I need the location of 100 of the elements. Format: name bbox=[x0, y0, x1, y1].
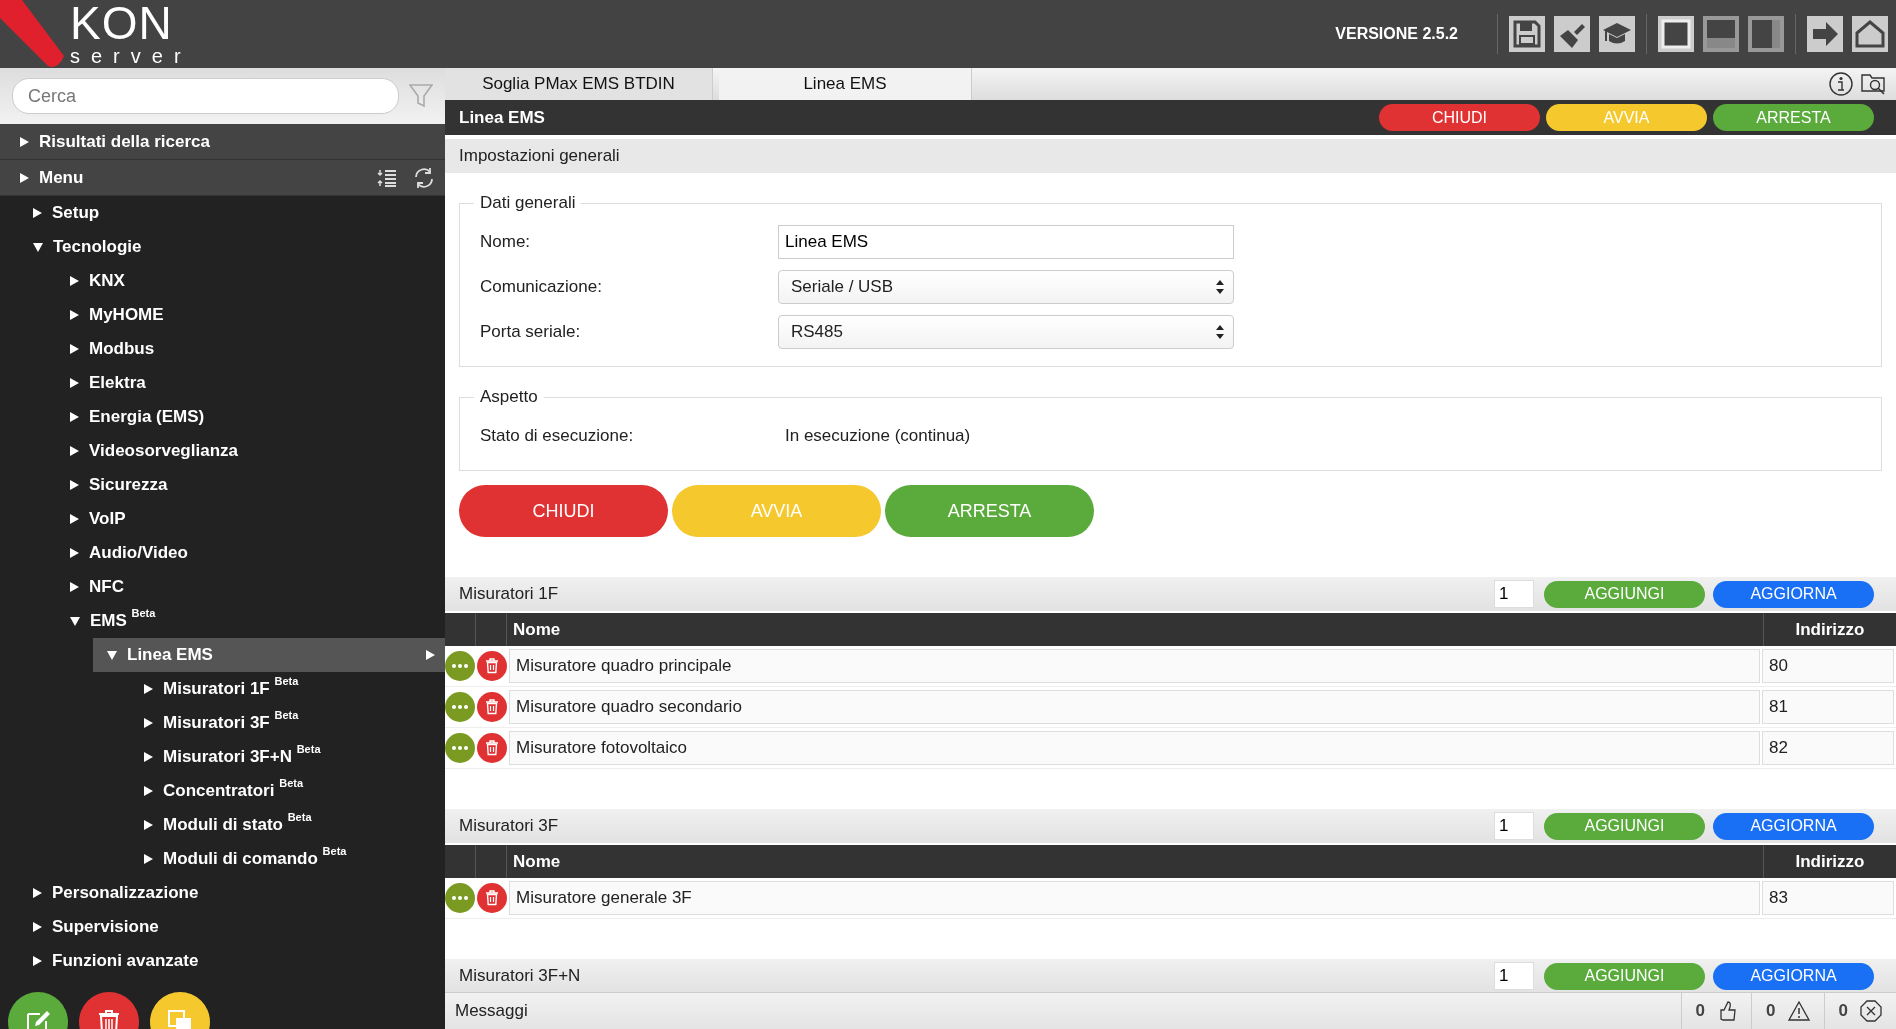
tree-item[interactable]: Energia (EMS) bbox=[56, 400, 445, 434]
panel-header[interactable]: Risultati della ricerca bbox=[0, 124, 445, 160]
tree-item[interactable]: Setup bbox=[19, 196, 445, 230]
layout-bottom-button[interactable] bbox=[1703, 16, 1739, 52]
section-title: Misuratori 1F bbox=[459, 584, 559, 604]
edit-icon bbox=[25, 1009, 51, 1029]
graduation-cap-button[interactable] bbox=[1599, 16, 1635, 52]
trash-icon bbox=[485, 699, 499, 715]
column-header: Nome bbox=[507, 845, 1764, 878]
table-cell: 81 bbox=[1762, 690, 1894, 724]
search-field[interactable]: Cerca bbox=[12, 78, 399, 114]
tree-item[interactable]: Concentratori $^{Beta}$ bbox=[130, 774, 445, 808]
more-button[interactable] bbox=[445, 692, 475, 722]
field-label: Porta seriale: bbox=[480, 321, 582, 342]
tree-item[interactable]: Misuratori 1F $^{Beta}$ bbox=[130, 672, 445, 706]
select-field[interactable]: RS485 bbox=[778, 314, 1234, 349]
layout-left-button[interactable] bbox=[1658, 16, 1694, 52]
table-cell: 83 bbox=[1762, 881, 1894, 915]
tree-item[interactable]: Tecnologie bbox=[19, 230, 445, 264]
tab[interactable]: Linea EMS bbox=[719, 68, 972, 100]
logo-subtitle: server bbox=[70, 46, 192, 66]
group-legend: Aspetto bbox=[474, 387, 544, 407]
counter-value: 0 bbox=[1695, 1001, 1706, 1021]
table-cell: Misuratore quadro secondario bbox=[509, 690, 1760, 724]
panel-header[interactable]: Menu bbox=[0, 160, 445, 196]
tree-item[interactable]: NFC bbox=[56, 570, 445, 604]
arrow-right-button[interactable] bbox=[1807, 16, 1843, 52]
tree-item[interactable]: Sicurezza bbox=[56, 468, 445, 502]
section-title: Misuratori 3F+N bbox=[459, 966, 581, 986]
refresh-button[interactable]: AGGIORNA bbox=[1713, 962, 1874, 990]
collapse-list-icon[interactable] bbox=[377, 167, 397, 188]
save-button[interactable] bbox=[1509, 16, 1545, 52]
column-header: Nome bbox=[507, 613, 1764, 646]
info-icon[interactable] bbox=[1828, 71, 1854, 97]
tree-item[interactable]: Videosorveglianza bbox=[56, 434, 445, 468]
name-field[interactable]: Linea EMS bbox=[778, 224, 1234, 259]
field-label: Comunicazione: bbox=[480, 276, 603, 297]
layout-right-button[interactable] bbox=[1748, 16, 1784, 52]
logo-name: KON bbox=[70, 0, 173, 46]
tree-item[interactable]: KNX bbox=[56, 264, 445, 298]
field-label: Stato di esecuzione: bbox=[480, 425, 635, 446]
field-label: Nome: bbox=[480, 231, 532, 252]
copy-icon bbox=[167, 1009, 193, 1029]
tree-item[interactable]: EMS $^{Beta}$ bbox=[56, 604, 445, 638]
table-cell: 82 bbox=[1762, 731, 1894, 765]
error-icon bbox=[1860, 1000, 1882, 1022]
tree-item[interactable]: Modbus bbox=[56, 332, 445, 366]
tree-item[interactable]: VoIP bbox=[56, 502, 445, 536]
table-cell: Misuratore generale 3F bbox=[509, 881, 1760, 915]
more-button[interactable] bbox=[445, 733, 475, 763]
warning-icon bbox=[1787, 1001, 1810, 1021]
action-button[interactable]: CHIUDI bbox=[1379, 104, 1540, 131]
select-arrows-icon bbox=[1215, 278, 1225, 295]
dots-icon bbox=[451, 704, 469, 710]
tree-item[interactable]: Funzioni avanzate bbox=[19, 944, 445, 978]
count-field[interactable]: 1 bbox=[1494, 962, 1534, 990]
tree-item[interactable]: Moduli di comando $^{Beta}$ bbox=[130, 842, 445, 876]
tree-item[interactable]: Misuratori 3F $^{Beta}$ bbox=[130, 706, 445, 740]
count-field[interactable]: 1 bbox=[1494, 812, 1534, 840]
tree-item[interactable]: Elektra bbox=[56, 366, 445, 400]
tree-item[interactable]: Personalizzazione bbox=[19, 876, 445, 910]
trash-icon bbox=[485, 890, 499, 906]
tree-item[interactable]: MyHOME bbox=[56, 298, 445, 332]
messages-label: Messaggi bbox=[455, 1001, 528, 1021]
column-header: Indirizzo bbox=[1794, 850, 1866, 873]
group-legend: Dati generali bbox=[474, 193, 582, 213]
table-cell: 80 bbox=[1762, 649, 1894, 683]
trash-icon bbox=[485, 740, 499, 756]
dots-icon bbox=[451, 895, 469, 901]
tree-item[interactable]: Linea EMS bbox=[93, 638, 445, 672]
action-button[interactable]: CHIUDI bbox=[459, 485, 668, 537]
trash-icon bbox=[485, 658, 499, 674]
window-title: Linea EMS bbox=[459, 107, 545, 128]
refresh-button[interactable]: AGGIORNA bbox=[1713, 580, 1874, 608]
counter-value: 0 bbox=[1766, 1001, 1776, 1021]
counter-value: 0 bbox=[1838, 1001, 1848, 1021]
dots-icon bbox=[451, 745, 469, 751]
more-button[interactable] bbox=[445, 651, 475, 681]
refresh-button[interactable]: AGGIORNA bbox=[1713, 812, 1874, 840]
select-arrows-icon bbox=[1215, 323, 1225, 340]
section-header: Impostazioni generali bbox=[445, 139, 1896, 173]
tree-item[interactable]: Misuratori 3F+N $^{Beta}$ bbox=[130, 740, 445, 774]
field-value: In esecuzione (continua) bbox=[784, 425, 971, 446]
tree-item[interactable]: Moduli di stato $^{Beta}$ bbox=[130, 808, 445, 842]
section-title: Misuratori 3F bbox=[459, 816, 559, 836]
more-button[interactable] bbox=[445, 883, 475, 913]
count-field[interactable]: 1 bbox=[1494, 580, 1534, 608]
column-header: Indirizzo bbox=[1794, 618, 1866, 641]
dots-icon bbox=[451, 663, 469, 669]
select-field[interactable]: Seriale / USB bbox=[778, 269, 1234, 304]
tab[interactable]: Soglia PMax EMS BTDIN bbox=[445, 68, 713, 100]
tree-item[interactable]: Supervisione bbox=[19, 910, 445, 944]
table-cell: Misuratore fotovoltaico bbox=[509, 731, 1760, 765]
home-button[interactable] bbox=[1852, 16, 1888, 52]
refresh-icon[interactable] bbox=[413, 166, 435, 189]
thumbs-up-icon bbox=[1717, 1000, 1738, 1022]
folder-search-icon[interactable] bbox=[1860, 71, 1888, 97]
tree-item[interactable]: Audio/Video bbox=[56, 536, 445, 570]
brush-button[interactable] bbox=[1554, 16, 1590, 52]
caret-icon[interactable] bbox=[426, 650, 435, 660]
